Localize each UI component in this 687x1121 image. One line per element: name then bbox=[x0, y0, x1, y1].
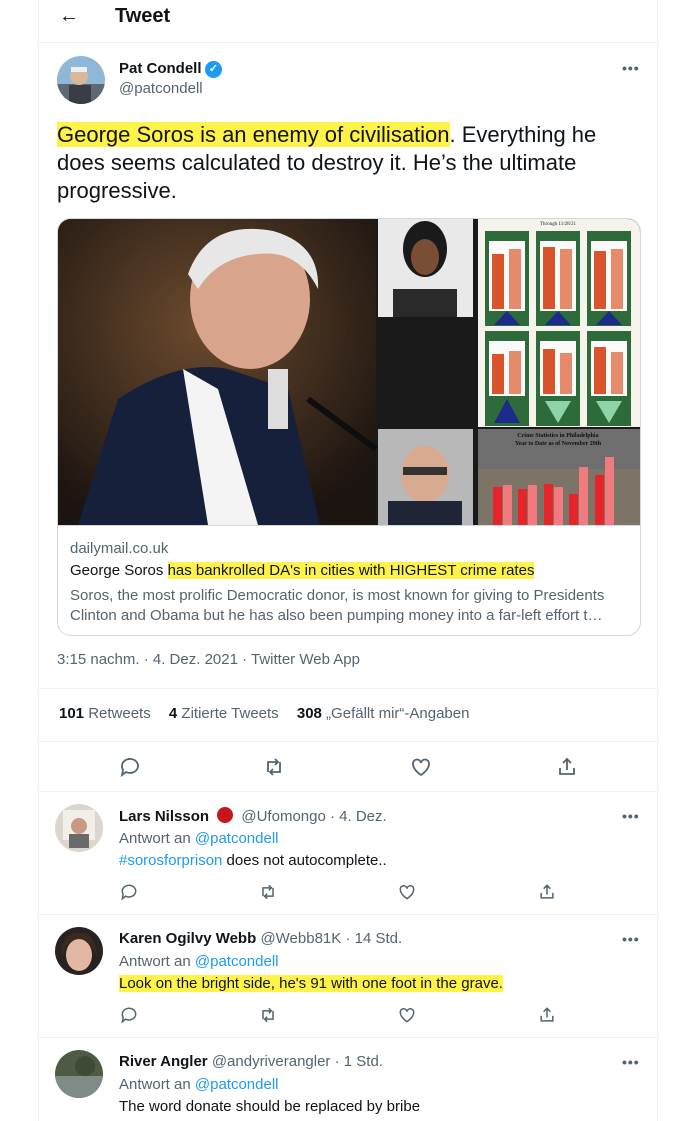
reply-tweet: River Angler @andyriverangler · 1 Std. •… bbox=[39, 1038, 657, 1121]
divider bbox=[39, 688, 657, 689]
card-title-start: George Soros bbox=[70, 562, 168, 579]
reply-icon[interactable] bbox=[118, 755, 142, 779]
avatar[interactable] bbox=[57, 56, 105, 104]
author-handle[interactable]: @patcondell bbox=[119, 80, 203, 97]
reply-to-prefix: Antwort an bbox=[119, 830, 195, 847]
reply-to-link[interactable]: @patcondell bbox=[195, 1076, 279, 1093]
retweet-icon[interactable] bbox=[262, 755, 286, 779]
card-domain: dailymail.co.uk bbox=[70, 540, 169, 557]
reply-to-prefix: Antwort an bbox=[119, 953, 195, 970]
reply-text: The word donate should be replaced by br… bbox=[119, 1098, 421, 1115]
tweet-text: George Soros is an enemy of civilisation… bbox=[57, 121, 647, 205]
card-description: Soros, the most prolific Democratic dono… bbox=[70, 587, 605, 624]
reply-to: Antwort an @patcondell bbox=[119, 830, 279, 847]
page-title: Tweet bbox=[115, 5, 171, 27]
more-options-icon[interactable]: ••• bbox=[622, 1054, 640, 1070]
tweet-stats: 101 Retweets 4 Zitierte Tweets 308 „Gefä… bbox=[59, 705, 469, 722]
verified-badge-icon: ✓ bbox=[205, 61, 222, 78]
reply-icon[interactable] bbox=[119, 1005, 139, 1025]
quotes-count: 4 bbox=[168, 705, 178, 722]
avatar[interactable] bbox=[55, 804, 103, 852]
highlighted-text: George Soros is an enemy of civilisation bbox=[57, 122, 450, 147]
card-title: George Soros has bankrolled DA's in citi… bbox=[70, 562, 535, 579]
reply-author-handle[interactable]: @Webb81K · 14 Std. bbox=[260, 930, 402, 947]
more-options-icon[interactable]: ••• bbox=[622, 60, 640, 76]
chart-caption: Through 11/28/21 bbox=[540, 222, 577, 227]
share-icon[interactable] bbox=[537, 1005, 557, 1025]
retweets-stat[interactable]: 101 Retweets bbox=[59, 705, 151, 722]
retweets-label: Retweets bbox=[84, 705, 151, 722]
reply-author: Lars Nilsson @Ufomongo · 4. Dez. bbox=[119, 807, 387, 825]
arrow-left-icon[interactable]: ← bbox=[59, 4, 79, 28]
like-icon[interactable] bbox=[397, 882, 417, 902]
share-icon[interactable] bbox=[555, 755, 579, 779]
reply-author: Karen Ogilvy Webb @Webb81K · 14 Std. bbox=[119, 930, 402, 947]
likes-stat[interactable]: 308 „Gefällt mir“-Angaben bbox=[297, 705, 470, 722]
retweet-icon[interactable] bbox=[258, 882, 278, 902]
reply-text-body: does not autocomplete.. bbox=[222, 852, 387, 869]
more-options-icon[interactable]: ••• bbox=[622, 931, 640, 947]
reply-icon[interactable] bbox=[119, 882, 139, 902]
tweet-column: ← Tweet Pat Condell ✓ @patcondell ••• Ge… bbox=[38, 0, 658, 1121]
avatar[interactable] bbox=[55, 1050, 103, 1098]
reply-author-name[interactable]: River Angler bbox=[119, 1053, 208, 1070]
chart-caption: Crime Statistics in Philadelphia bbox=[517, 433, 598, 439]
reply-author-name[interactable]: Karen Ogilvy Webb bbox=[119, 930, 256, 947]
chart-caption: Year to Date as of November 29th bbox=[515, 441, 602, 447]
card-image: Through 11/28/21 Crime Statistics in Phi… bbox=[58, 219, 640, 525]
reply-to: Antwort an @patcondell bbox=[119, 953, 279, 970]
reply-text: #sorosforprison does not autocomplete.. bbox=[119, 852, 387, 869]
like-icon[interactable] bbox=[397, 1005, 417, 1025]
divider bbox=[39, 741, 657, 742]
retweets-count: 101 bbox=[59, 705, 85, 722]
retweet-icon[interactable] bbox=[258, 1005, 278, 1025]
reply-author-handle[interactable]: @andyriverangler · 1 Std. bbox=[212, 1053, 383, 1070]
hashtag-link[interactable]: #sorosforprison bbox=[119, 852, 222, 869]
reply-tweet: Karen Ogilvy Webb @Webb81K · 14 Std. •••… bbox=[39, 915, 657, 1037]
tweet-timestamp[interactable]: 3:15 nachm. · 4. Dez. 2021 · Twitter Web… bbox=[57, 651, 360, 668]
avatar[interactable] bbox=[55, 927, 103, 975]
divider bbox=[39, 42, 657, 43]
devil-emoji-icon bbox=[217, 807, 234, 823]
author-name[interactable]: Pat Condell bbox=[119, 60, 202, 77]
top-header: ← Tweet bbox=[39, 0, 657, 34]
more-options-icon[interactable]: ••• bbox=[622, 808, 640, 824]
card-title-highlighted: has bankrolled DA's in cities with HIGHE… bbox=[167, 562, 535, 579]
reply-to-link[interactable]: @patcondell bbox=[195, 953, 279, 970]
card-meta: dailymail.co.uk George Soros has bankrol… bbox=[58, 525, 640, 635]
reply-tweet: Lars Nilsson @Ufomongo · 4. Dez. ••• Ant… bbox=[39, 792, 657, 914]
quotes-label: Zitierte Tweets bbox=[177, 705, 279, 722]
likes-label: „Gefällt mir“-Angaben bbox=[321, 705, 470, 722]
link-preview-card[interactable]: Through 11/28/21 Crime Statistics in Phi… bbox=[57, 218, 641, 636]
share-icon[interactable] bbox=[537, 882, 557, 902]
reply-author-name[interactable]: Lars Nilsson bbox=[119, 808, 209, 825]
reply-author: River Angler @andyriverangler · 1 Std. bbox=[119, 1053, 383, 1070]
quotes-stat[interactable]: 4 Zitierte Tweets bbox=[169, 705, 279, 722]
reply-to-prefix: Antwort an bbox=[119, 1076, 195, 1093]
reply-text-body: Look on the bright side, he's 91 with on… bbox=[119, 975, 503, 992]
like-icon[interactable] bbox=[409, 755, 433, 779]
reply-to: Antwort an @patcondell bbox=[119, 1076, 279, 1093]
reply-to-link[interactable]: @patcondell bbox=[195, 830, 279, 847]
reply-text: Look on the bright side, he's 91 with on… bbox=[119, 975, 503, 992]
reply-author-handle[interactable]: @Ufomongo · 4. Dez. bbox=[241, 808, 386, 825]
likes-count: 308 bbox=[296, 705, 322, 722]
